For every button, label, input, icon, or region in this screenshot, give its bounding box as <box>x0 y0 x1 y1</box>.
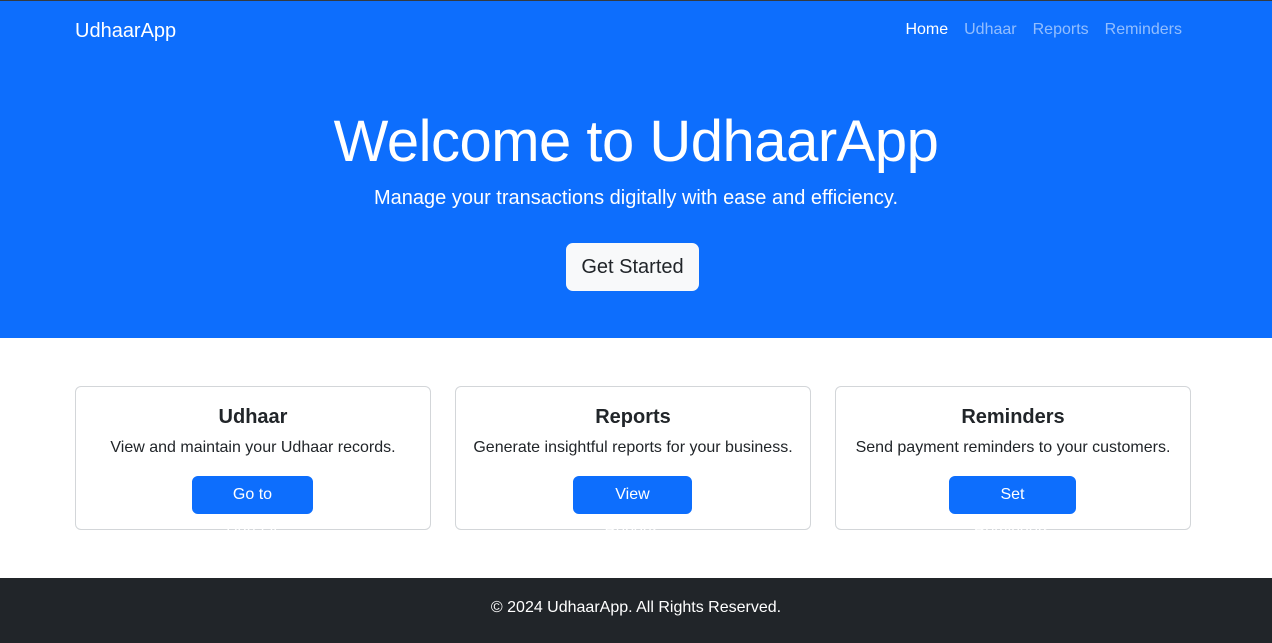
page: UdhaarApp Home Udhaar Reports Reminders … <box>0 0 1272 643</box>
hero-title: Welcome to UdhaarApp <box>333 109 939 174</box>
nav-link-udhaar[interactable]: Udhaar <box>964 21 1016 38</box>
card-title: Reminders <box>961 406 1065 428</box>
navbar-links: Home Udhaar Reports Reminders <box>905 20 1182 40</box>
get-started-button[interactable]: Get Started <box>566 243 699 291</box>
nav-item-reminders: Reminders <box>1105 20 1182 40</box>
hero-subtitle: Manage your transactions digitally with … <box>374 187 898 209</box>
nav-item-reports: Reports <box>1033 20 1089 40</box>
nav-item-home: Home <box>905 20 948 40</box>
nav-link-home[interactable]: Home <box>905 21 948 38</box>
card-reminders: Reminders Send payment reminders to your… <box>835 386 1191 539</box>
card-title: Reports <box>595 406 671 428</box>
card-title: Udhaar <box>218 406 288 428</box>
card-text: Send payment reminders to your customers… <box>855 439 1171 456</box>
card-text: Generate insightful reports for your bus… <box>473 439 793 456</box>
card-reports: Reports Generate insightful reports for … <box>455 386 811 539</box>
footer: © 2024 UdhaarApp. All Rights Reserved. <box>0 578 1272 643</box>
view-reports-button[interactable]: View Reports <box>573 476 692 539</box>
footer-copyright: © 2024 UdhaarApp. All Rights Reserved. <box>490 599 782 616</box>
set-reminders-button[interactable]: Set Reminders <box>949 476 1076 539</box>
card-udhaar: Udhaar View and maintain your Udhaar rec… <box>75 386 431 539</box>
hero-section: UdhaarApp Home Udhaar Reports Reminders … <box>0 0 1272 338</box>
card-text: View and maintain your Udhaar records. <box>110 439 396 456</box>
go-to-udhaar-button[interactable]: Go to Udhaar <box>192 476 313 539</box>
nav-item-udhaar: Udhaar <box>964 20 1016 40</box>
nav-link-reminders[interactable]: Reminders <box>1105 21 1182 38</box>
nav-link-reports[interactable]: Reports <box>1033 21 1089 38</box>
navbar-brand[interactable]: UdhaarApp <box>75 19 176 43</box>
